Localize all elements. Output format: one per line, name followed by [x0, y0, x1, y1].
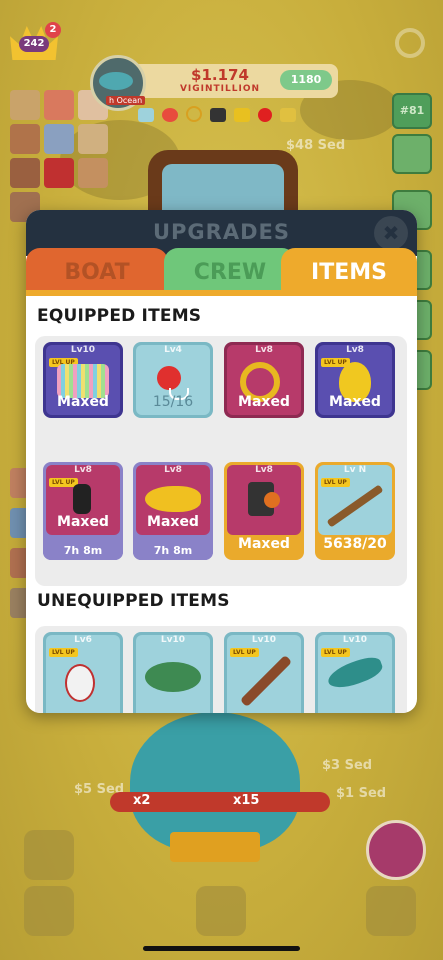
money-unit: VIGINTILLION — [179, 84, 261, 94]
item-status: 5638/20 — [323, 536, 387, 552]
item-status: Maxed — [147, 514, 199, 530]
item-level: Lv8 — [255, 345, 273, 355]
home-indicator — [143, 946, 300, 951]
lvl-up-badge: LVL UP — [321, 478, 350, 487]
item-card[interactable]: Lv6 LVL UP — [43, 632, 123, 713]
yellow-lure-icon — [145, 486, 201, 512]
close-button[interactable]: ✖ — [374, 216, 408, 250]
unequipped-section-title: UNEQUIPPED ITEMS — [37, 591, 230, 611]
money-value: $1.174 — [191, 66, 249, 84]
item-level: Lv6 — [74, 635, 92, 645]
item-timer: 7h 8m — [133, 542, 213, 560]
item-status: Maxed — [57, 394, 109, 410]
item-card[interactable]: Lv8 Maxed — [224, 342, 304, 418]
tab-boat[interactable]: BOAT — [26, 248, 168, 294]
item-level: Lv8 — [346, 345, 364, 355]
chest-button[interactable] — [392, 134, 432, 174]
item-status: Maxed — [329, 394, 381, 410]
map-button[interactable] — [24, 830, 74, 880]
anchor-icon[interactable] — [366, 886, 416, 936]
item-status: Maxed — [238, 394, 290, 410]
item-card[interactable]: Lv4 15/16 — [133, 342, 213, 418]
spinner-lure-icon — [65, 664, 95, 702]
level-badge[interactable]: #81 — [392, 93, 432, 129]
item-card[interactable]: Lv8 LVL UP Maxed 7h 8m — [43, 462, 123, 560]
gem-counter[interactable]: 1180 — [280, 70, 332, 90]
item-level: Lv N — [343, 465, 367, 475]
lvl-up-badge: LVL UP — [321, 648, 350, 657]
item-card[interactable]: Lv10 LVL UP Maxed — [43, 342, 123, 418]
multiplier-right: x15 — [233, 793, 260, 808]
item-level: Lv10 — [251, 635, 277, 645]
item-card[interactable]: Lv8 LVL UP Maxed — [315, 342, 395, 418]
tab-bar: BOAT CREW ITEMS — [26, 248, 417, 294]
item-level: Lv4 — [164, 345, 182, 355]
item-level: Lv8 — [74, 465, 92, 475]
item-status: Maxed — [238, 536, 290, 552]
item-card[interactable]: Lv10 LVL UP — [315, 632, 395, 713]
item-timer: 7h 8m — [43, 542, 123, 560]
chevron-up-icon[interactable] — [196, 886, 246, 936]
tab-crew[interactable]: CREW — [164, 248, 296, 294]
green-hat-icon — [145, 662, 201, 692]
tab-underline — [26, 290, 417, 296]
item-card[interactable]: Lv10 LVL UP — [224, 632, 304, 713]
equipped-item-strip — [136, 104, 336, 126]
item-card[interactable]: Lv10 — [133, 632, 213, 713]
lvl-up-badge: LVL UP — [230, 648, 259, 657]
notification-badge: 2 — [45, 22, 61, 38]
item-level: Lv10 — [342, 635, 368, 645]
big-fish — [90, 712, 350, 912]
gear-icon[interactable] — [395, 28, 425, 58]
emblem-button[interactable] — [366, 820, 426, 880]
item-level: Lv10 — [70, 345, 96, 355]
item-level: Lv10 — [160, 635, 186, 645]
equipped-section-title: EQUIPPED ITEMS — [37, 306, 202, 326]
modal-title: UPGRADES — [152, 220, 290, 244]
item-level: Lv8 — [255, 465, 273, 475]
background-price: $48 Sed — [286, 138, 346, 153]
item-status: Maxed — [57, 514, 109, 530]
item-card[interactable]: Lv8 Maxed — [224, 462, 304, 560]
lvl-up-badge: LVL UP — [49, 648, 78, 657]
reel-spool-icon — [264, 492, 280, 508]
fishing-line-spool-icon — [57, 364, 109, 398]
item-card[interactable]: Lv N LVL UP 5638/20 — [315, 462, 395, 560]
compass-icon[interactable] — [24, 886, 74, 936]
multiplier-left: x2 — [133, 793, 151, 808]
item-status: 15/16 — [152, 394, 194, 410]
item-level: Lv8 — [164, 465, 182, 475]
tab-items[interactable]: ITEMS — [281, 248, 417, 294]
crown-level: 242 — [19, 36, 49, 52]
upgrades-modal: UPGRADES ✖ BOAT CREW ITEMS EQUIPPED ITEM… — [26, 210, 417, 713]
item-card[interactable]: Lv8 Maxed 7h 8m — [133, 462, 213, 560]
fly-hook-icon — [73, 484, 91, 514]
bobber-icon — [157, 366, 181, 390]
